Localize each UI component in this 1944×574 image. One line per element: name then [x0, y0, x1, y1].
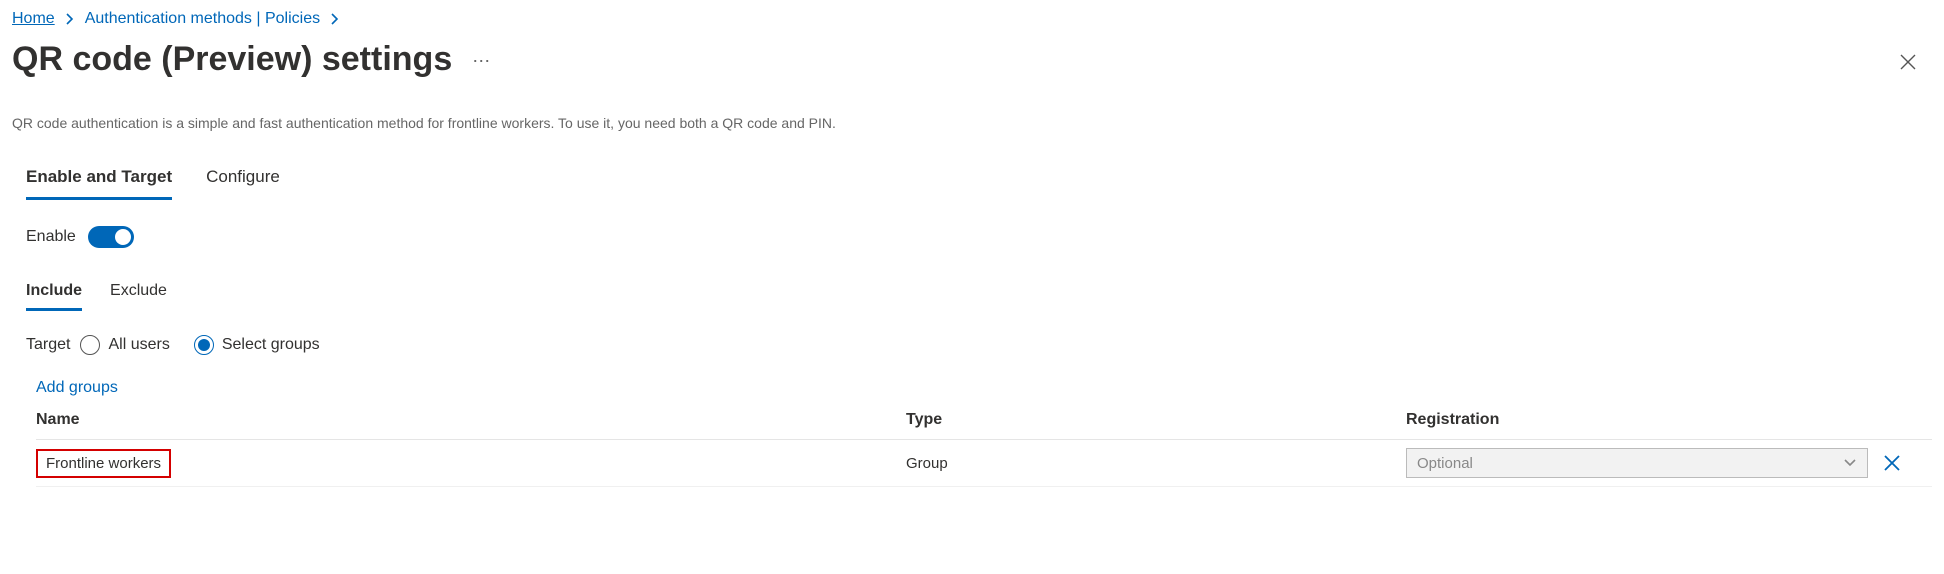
- close-button[interactable]: [1892, 46, 1924, 78]
- radio-icon: [194, 335, 214, 355]
- tab-configure[interactable]: Configure: [206, 165, 280, 200]
- radio-all-users[interactable]: All users: [80, 335, 169, 355]
- more-actions-button[interactable]: ⋯: [472, 51, 491, 72]
- chevron-right-icon: [65, 13, 75, 25]
- breadcrumb-auth-methods[interactable]: Authentication methods | Policies: [85, 10, 320, 28]
- registration-dropdown-value: Optional: [1417, 455, 1473, 472]
- radio-select-groups-label: Select groups: [222, 336, 320, 354]
- groups-table: Name Type Registration Frontline workers…: [12, 403, 1932, 487]
- enable-label: Enable: [26, 228, 76, 246]
- remove-row-button[interactable]: [1882, 453, 1902, 473]
- target-label: Target: [26, 336, 70, 354]
- breadcrumb-home[interactable]: Home: [12, 10, 55, 28]
- description-text: QR code authentication is a simple and f…: [12, 115, 1932, 131]
- group-type-cell: Group: [906, 455, 1406, 472]
- registration-dropdown[interactable]: Optional: [1406, 448, 1868, 478]
- target-row: Target All users Select groups: [12, 311, 1932, 359]
- radio-all-users-label: All users: [108, 336, 169, 354]
- subtab-exclude[interactable]: Exclude: [110, 280, 167, 311]
- title-row: QR code (Preview) settings ⋯: [12, 36, 1932, 93]
- enable-row: Enable: [12, 200, 1932, 252]
- page-title: QR code (Preview) settings: [12, 40, 452, 79]
- enable-toggle[interactable]: [88, 226, 134, 248]
- add-groups-link[interactable]: Add groups: [12, 359, 1932, 403]
- chevron-down-icon: [1843, 455, 1857, 472]
- breadcrumb: Home Authentication methods | Policies: [12, 6, 1932, 36]
- chevron-right-icon: [330, 13, 340, 25]
- radio-select-groups[interactable]: Select groups: [194, 335, 320, 355]
- col-header-registration: Registration: [1406, 411, 1932, 429]
- col-header-name: Name: [36, 411, 906, 429]
- radio-icon: [80, 335, 100, 355]
- subtab-include[interactable]: Include: [26, 280, 82, 311]
- table-header: Name Type Registration: [36, 411, 1932, 440]
- tab-enable-and-target[interactable]: Enable and Target: [26, 165, 172, 200]
- col-header-type: Type: [906, 411, 1406, 429]
- group-name-cell[interactable]: Frontline workers: [36, 449, 171, 478]
- include-exclude-tabs: Include Exclude: [12, 280, 1932, 311]
- table-row: Frontline workers Group Optional: [36, 440, 1932, 487]
- main-tabs: Enable and Target Configure: [12, 165, 1932, 200]
